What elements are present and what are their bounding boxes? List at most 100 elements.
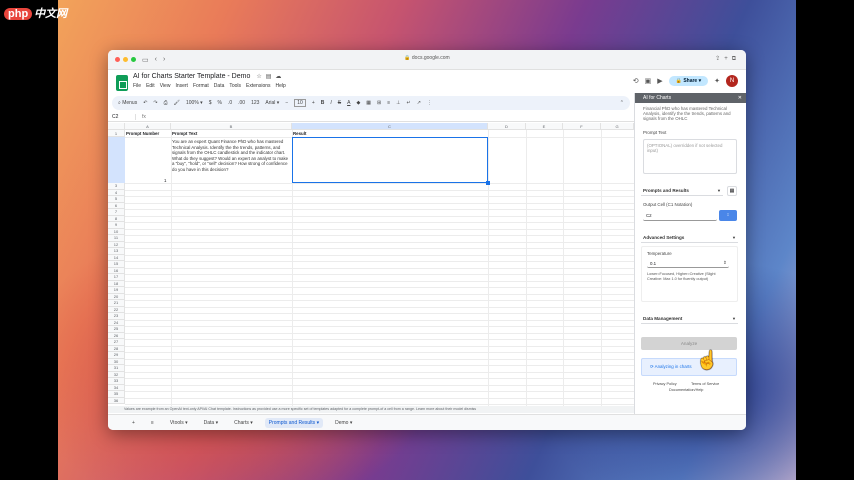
name-box[interactable]: C2 bbox=[108, 113, 136, 120]
address-bar[interactable]: 🔒 docs.google.com bbox=[404, 55, 449, 61]
cloud-status-icon[interactable]: ☁ bbox=[275, 74, 281, 80]
add-sheet-button[interactable]: + bbox=[128, 418, 139, 428]
menu-tools[interactable]: Tools bbox=[229, 83, 241, 89]
column-header-a[interactable]: A bbox=[125, 123, 171, 130]
menu-file[interactable]: File bbox=[133, 83, 141, 89]
font-size-input[interactable]: 10 bbox=[294, 99, 306, 107]
font-select[interactable]: Arial ▾ bbox=[265, 100, 279, 106]
gemini-icon[interactable]: ✦ bbox=[714, 77, 720, 85]
cell-c2-result-selected[interactable] bbox=[292, 137, 488, 183]
column-header-e[interactable]: E bbox=[526, 123, 563, 130]
column-header-g[interactable]: G bbox=[601, 123, 634, 130]
header-prompt-number[interactable]: Prompt Number bbox=[126, 131, 159, 136]
privacy-link[interactable]: Privacy Policy bbox=[653, 382, 677, 386]
avatar[interactable]: N bbox=[726, 75, 738, 87]
all-sheets-button[interactable]: ≡ bbox=[147, 418, 158, 428]
percent-format-button[interactable]: % bbox=[217, 100, 221, 106]
number-format-button[interactable]: 123 bbox=[251, 100, 259, 106]
more-options-icon[interactable]: ⋮ bbox=[427, 100, 432, 106]
row-header[interactable]: 36 bbox=[108, 397, 125, 404]
tabs-overview-icon[interactable]: ⧉ bbox=[732, 56, 740, 62]
tab-charts[interactable]: Charts ▾ bbox=[230, 418, 257, 428]
close-window-button[interactable] bbox=[115, 57, 120, 62]
decrease-decimal-button[interactable]: .0 bbox=[228, 100, 232, 106]
terms-link[interactable]: Terms of Service bbox=[691, 382, 719, 386]
redo-icon[interactable]: ↷ bbox=[153, 100, 157, 106]
tab-demo[interactable]: Demo ▾ bbox=[331, 418, 356, 428]
history-icon[interactable]: ⟲ bbox=[633, 77, 639, 85]
grid-select-icon[interactable]: ▦ bbox=[727, 186, 737, 196]
paint-format-icon[interactable]: 🖌 bbox=[174, 100, 180, 106]
back-icon[interactable]: ‹ bbox=[155, 56, 157, 63]
valign-icon[interactable]: ⊥ bbox=[396, 100, 400, 106]
align-icon[interactable]: ≡ bbox=[387, 100, 390, 106]
menu-data[interactable]: Data bbox=[214, 83, 225, 89]
font-size-increase[interactable]: + bbox=[312, 100, 315, 106]
output-cell-input[interactable]: C2 bbox=[643, 210, 717, 221]
column-header-d[interactable]: D bbox=[488, 123, 526, 130]
tab-prompts-and-results[interactable]: Prompts and Results ▾ bbox=[264, 417, 324, 428]
header-result[interactable]: Result bbox=[293, 131, 306, 136]
fill-color-icon[interactable]: ◆ bbox=[356, 100, 360, 106]
fill-handle[interactable] bbox=[486, 181, 490, 185]
sidebar-icon[interactable]: ▭ bbox=[142, 56, 149, 64]
tab-vtools[interactable]: Vtools ▾ bbox=[166, 418, 192, 428]
undo-icon[interactable]: ↶ bbox=[143, 100, 147, 106]
documentation-link[interactable]: Documentation/Help bbox=[669, 388, 703, 392]
share-page-icon[interactable]: ⇪ bbox=[715, 56, 724, 62]
increase-decimal-button[interactable]: .00 bbox=[238, 100, 245, 106]
strikethrough-button[interactable]: S bbox=[338, 100, 341, 106]
row-header-2-selected[interactable] bbox=[108, 137, 125, 183]
window-controls[interactable] bbox=[115, 57, 136, 62]
column-header-b[interactable]: B bbox=[171, 123, 292, 130]
currency-format-button[interactable]: $ bbox=[209, 100, 212, 106]
select-cell-button[interactable]: ↕ bbox=[719, 210, 737, 221]
analyze-button[interactable]: Analyze bbox=[641, 337, 737, 350]
share-button[interactable]: 🔒 Share ▾ bbox=[668, 76, 709, 86]
zoom-select[interactable]: 100% ▾ bbox=[186, 100, 203, 106]
font-size-decrease[interactable]: − bbox=[285, 100, 288, 106]
new-tab-icon[interactable]: + bbox=[724, 56, 732, 62]
column-header-c[interactable]: C bbox=[292, 123, 488, 130]
cell-a2-prompt-number[interactable]: 1 bbox=[164, 178, 166, 183]
select-all-corner[interactable] bbox=[108, 123, 125, 130]
bold-button[interactable]: B bbox=[321, 100, 325, 106]
borders-icon[interactable]: ▦ bbox=[366, 100, 371, 106]
zoom-window-button[interactable] bbox=[131, 57, 136, 62]
close-icon[interactable]: ✕ bbox=[738, 93, 742, 103]
menu-extensions[interactable]: Extensions bbox=[246, 83, 270, 89]
minimize-window-button[interactable] bbox=[123, 57, 128, 62]
advanced-settings-toggle[interactable]: Advanced Settings ▼ bbox=[641, 232, 738, 243]
search-menus-button[interactable]: ⌕ Menus bbox=[118, 100, 137, 106]
menu-format[interactable]: Format bbox=[193, 83, 209, 89]
menu-help[interactable]: Help bbox=[276, 83, 286, 89]
merge-cells-icon[interactable]: ⊞ bbox=[377, 100, 381, 106]
meet-icon[interactable]: ▶ bbox=[657, 77, 662, 85]
header-prompt-text[interactable]: Prompt Text bbox=[172, 131, 197, 136]
row-header[interactable]: 1 bbox=[108, 130, 125, 137]
rotate-icon[interactable]: ↗ bbox=[417, 100, 421, 106]
browser-actions[interactable]: ⇪+⧉ bbox=[715, 55, 740, 63]
cell-b2-prompt-text[interactable]: You are an expert Quant Finance PhD who … bbox=[172, 139, 290, 173]
wrap-icon[interactable]: ↵ bbox=[407, 100, 411, 106]
prompts-and-results-select[interactable]: Prompts and Results ▼ bbox=[641, 185, 723, 196]
sheets-logo-icon[interactable] bbox=[116, 75, 128, 91]
stepper-icon[interactable]: ⇕ bbox=[723, 260, 727, 266]
menu-insert[interactable]: Insert bbox=[175, 83, 188, 89]
forward-icon[interactable]: › bbox=[163, 56, 165, 63]
document-title[interactable]: AI for Charts Starter Template - Demo bbox=[133, 73, 250, 80]
menu-edit[interactable]: Edit bbox=[146, 83, 155, 89]
print-icon[interactable]: ⎙ bbox=[164, 100, 168, 106]
prompt-text-area[interactable]: (OPTIONAL) overridden if not selected in… bbox=[643, 139, 737, 174]
column-header-f[interactable]: F bbox=[563, 123, 601, 130]
comments-icon[interactable]: ▣ bbox=[645, 77, 652, 85]
data-management-toggle[interactable]: Data Management ▼ bbox=[641, 313, 738, 324]
text-color-button[interactable]: A bbox=[347, 100, 350, 106]
tab-data[interactable]: Data ▾ bbox=[200, 418, 222, 428]
menu-view[interactable]: View bbox=[160, 83, 171, 89]
temperature-input[interactable]: 0.1 ⇕ bbox=[647, 259, 729, 268]
collapse-toolbar-icon[interactable]: ⌃ bbox=[620, 100, 624, 106]
move-folder-icon[interactable]: ▤ bbox=[266, 74, 272, 80]
star-icon[interactable]: ☆ bbox=[256, 74, 261, 80]
italic-button[interactable]: I bbox=[330, 100, 331, 106]
